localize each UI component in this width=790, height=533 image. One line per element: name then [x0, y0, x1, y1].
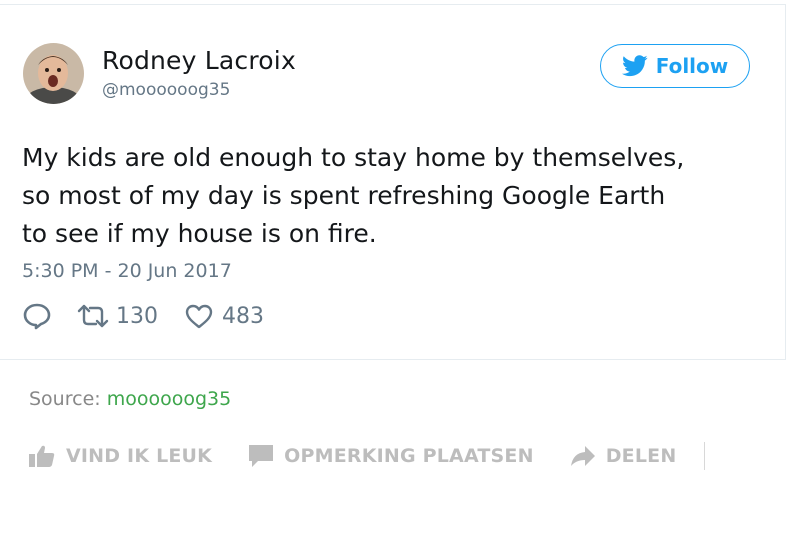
follow-button[interactable]: Follow — [600, 44, 750, 88]
share-label: DELEN — [605, 445, 677, 467]
source-line: Source: moooooog35 — [29, 388, 231, 410]
share-arrow-icon — [570, 446, 595, 466]
like-page-label: VIND IK LEUK — [66, 445, 213, 467]
comment-button[interactable]: OPMERKING PLAATSEN — [248, 444, 534, 468]
like-page-button[interactable]: VIND IK LEUK — [28, 444, 212, 468]
heart-icon — [185, 304, 213, 329]
display-name[interactable]: Rodney Lacroix — [102, 46, 296, 75]
source-link[interactable]: moooooog35 — [107, 388, 232, 410]
user-handle[interactable]: @moooooog35 — [102, 80, 230, 100]
comment-icon — [249, 445, 274, 467]
avatar[interactable] — [23, 43, 84, 104]
tweet-text: My kids are old enough to stay home by t… — [22, 143, 685, 248]
share-button[interactable]: DELEN — [570, 445, 677, 467]
follow-label: Follow — [655, 54, 729, 78]
social-action-bar: VIND IK LEUK OPMERKING PLAATSEN DELEN — [28, 442, 706, 470]
tweet-card: Rodney Lacroix @moooooog35 Follow My kid… — [0, 4, 786, 360]
reply-button[interactable] — [22, 302, 52, 330]
retweet-icon — [77, 304, 109, 328]
like-count: 483 — [222, 303, 264, 329]
retweet-button[interactable]: 130 — [76, 303, 158, 329]
tweet-actions: 130 483 — [22, 302, 264, 330]
divider — [704, 442, 706, 470]
like-button[interactable]: 483 — [184, 303, 264, 329]
twitter-bird-icon — [621, 55, 648, 77]
reply-icon — [23, 303, 51, 330]
thumbs-up-icon — [29, 445, 55, 467]
retweet-count: 130 — [116, 303, 158, 329]
comment-label: OPMERKING PLAATSEN — [284, 445, 534, 467]
source-label: Source: — [29, 388, 101, 410]
tweet-timestamp[interactable]: 5:30 PM - 20 Jun 2017 — [22, 260, 232, 282]
